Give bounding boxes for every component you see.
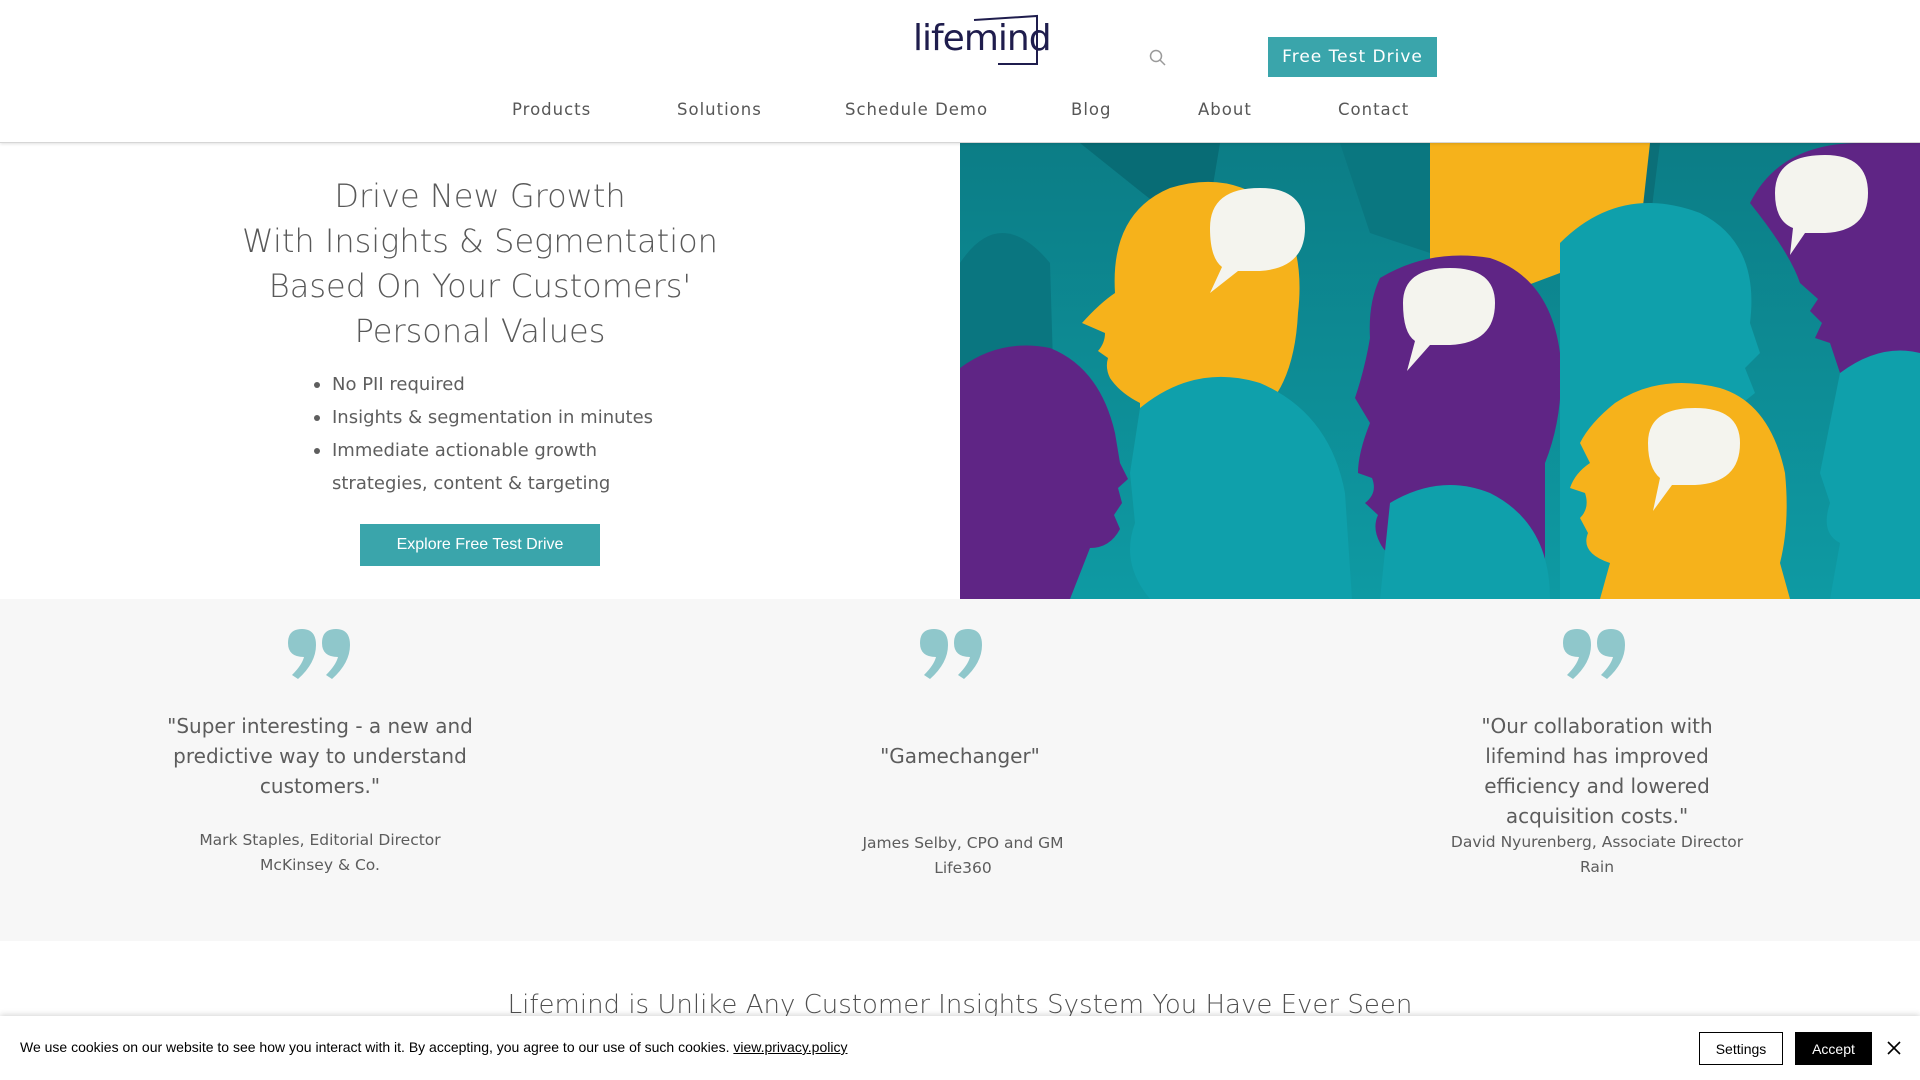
quote-mark-icon [288, 629, 350, 679]
testimonial-author-name: Mark Staples, Editorial Director [199, 831, 441, 849]
search-icon [1149, 49, 1166, 66]
nav-item-solutions[interactable]: Solutions [677, 100, 762, 119]
testimonial-author: James Selby, CPO and GM Life360 [723, 831, 1203, 881]
hero-bullet: Immediate actionable growth strategies, … [312, 434, 612, 500]
logo[interactable]: lifemind [910, 12, 1052, 68]
nav-item-contact[interactable]: Contact [1338, 100, 1409, 119]
heads-illustration-icon [960, 143, 1920, 599]
quote-mark-icon [920, 629, 982, 679]
testimonial-card: "Gamechanger" James Selby, CPO and GM Li… [720, 599, 1200, 941]
cookie-settings-button[interactable]: Settings [1699, 1032, 1783, 1065]
testimonial-card: "Super interesting - a new and predictiv… [80, 599, 560, 941]
cookie-text: We use cookies on our website to see how… [20, 1039, 730, 1055]
logo-text: lifemind [913, 18, 1052, 59]
testimonial-card: "Our collaboration with lifemind has imp… [1357, 599, 1837, 941]
hero-title: Drive New Growth With Insights & Segment… [180, 174, 780, 354]
cookie-banner: We use cookies on our website to see how… [0, 1016, 1920, 1080]
cookie-accept-button[interactable]: Accept [1795, 1032, 1872, 1065]
site-header: lifemind Free Test Drive Products Soluti… [0, 0, 1920, 143]
testimonial-author-company: Life360 [934, 859, 992, 877]
testimonial-author: Mark Staples, Editorial Director McKinse… [80, 828, 560, 878]
privacy-policy-link[interactable]: view.privacy.policy [733, 1039, 847, 1055]
nav-item-blog[interactable]: Blog [1071, 100, 1111, 119]
testimonial-author-name: James Selby, CPO and GM [862, 834, 1064, 852]
hero-bullet: Insights & segmentation in minutes [312, 401, 732, 434]
explore-free-test-drive-button[interactable]: Explore Free Test Drive [360, 524, 600, 566]
testimonial-author: David Nyurenberg, Associate Director Rai… [1357, 830, 1837, 880]
cookie-message: We use cookies on our website to see how… [20, 1039, 847, 1055]
hero-title-line: Personal Values [354, 312, 606, 350]
hero-title-line: With Insights & Segmentation [242, 222, 718, 260]
testimonial-quote: "Super interesting - a new and predictiv… [167, 714, 473, 798]
testimonial-quote: "Gamechanger" [880, 744, 1040, 768]
search-button[interactable] [1148, 48, 1168, 68]
hero-title-line: Based On Your Customers' [268, 267, 692, 305]
hero-bullet-list: No PII required Insights & segmentation … [312, 368, 732, 500]
main-nav: Products Solutions Schedule Demo Blog Ab… [0, 100, 1920, 130]
cookie-close-button[interactable] [1884, 1038, 1904, 1058]
testimonial-author-company: Rain [1579, 858, 1615, 876]
testimonial-author-name: David Nyurenberg, Associate Director [1450, 833, 1744, 851]
nav-item-schedule-demo[interactable]: Schedule Demo [845, 100, 988, 119]
quote-mark-icon [1563, 629, 1625, 679]
close-icon [1887, 1041, 1901, 1055]
hero-bullet: No PII required [312, 368, 732, 401]
testimonial-quote: "Our collaboration with lifemind has imp… [1481, 714, 1713, 828]
hero-title-line: Drive New Growth [334, 177, 626, 215]
hero-image [960, 143, 1920, 599]
hero-section: Drive New Growth With Insights & Segment… [0, 143, 960, 599]
testimonial-author-company: McKinsey & Co. [260, 856, 380, 874]
nav-item-products[interactable]: Products [512, 100, 591, 119]
nav-item-about[interactable]: About [1198, 100, 1252, 119]
testimonials-section: "Super interesting - a new and predictiv… [0, 599, 1920, 941]
free-test-drive-button[interactable]: Free Test Drive [1268, 37, 1437, 77]
